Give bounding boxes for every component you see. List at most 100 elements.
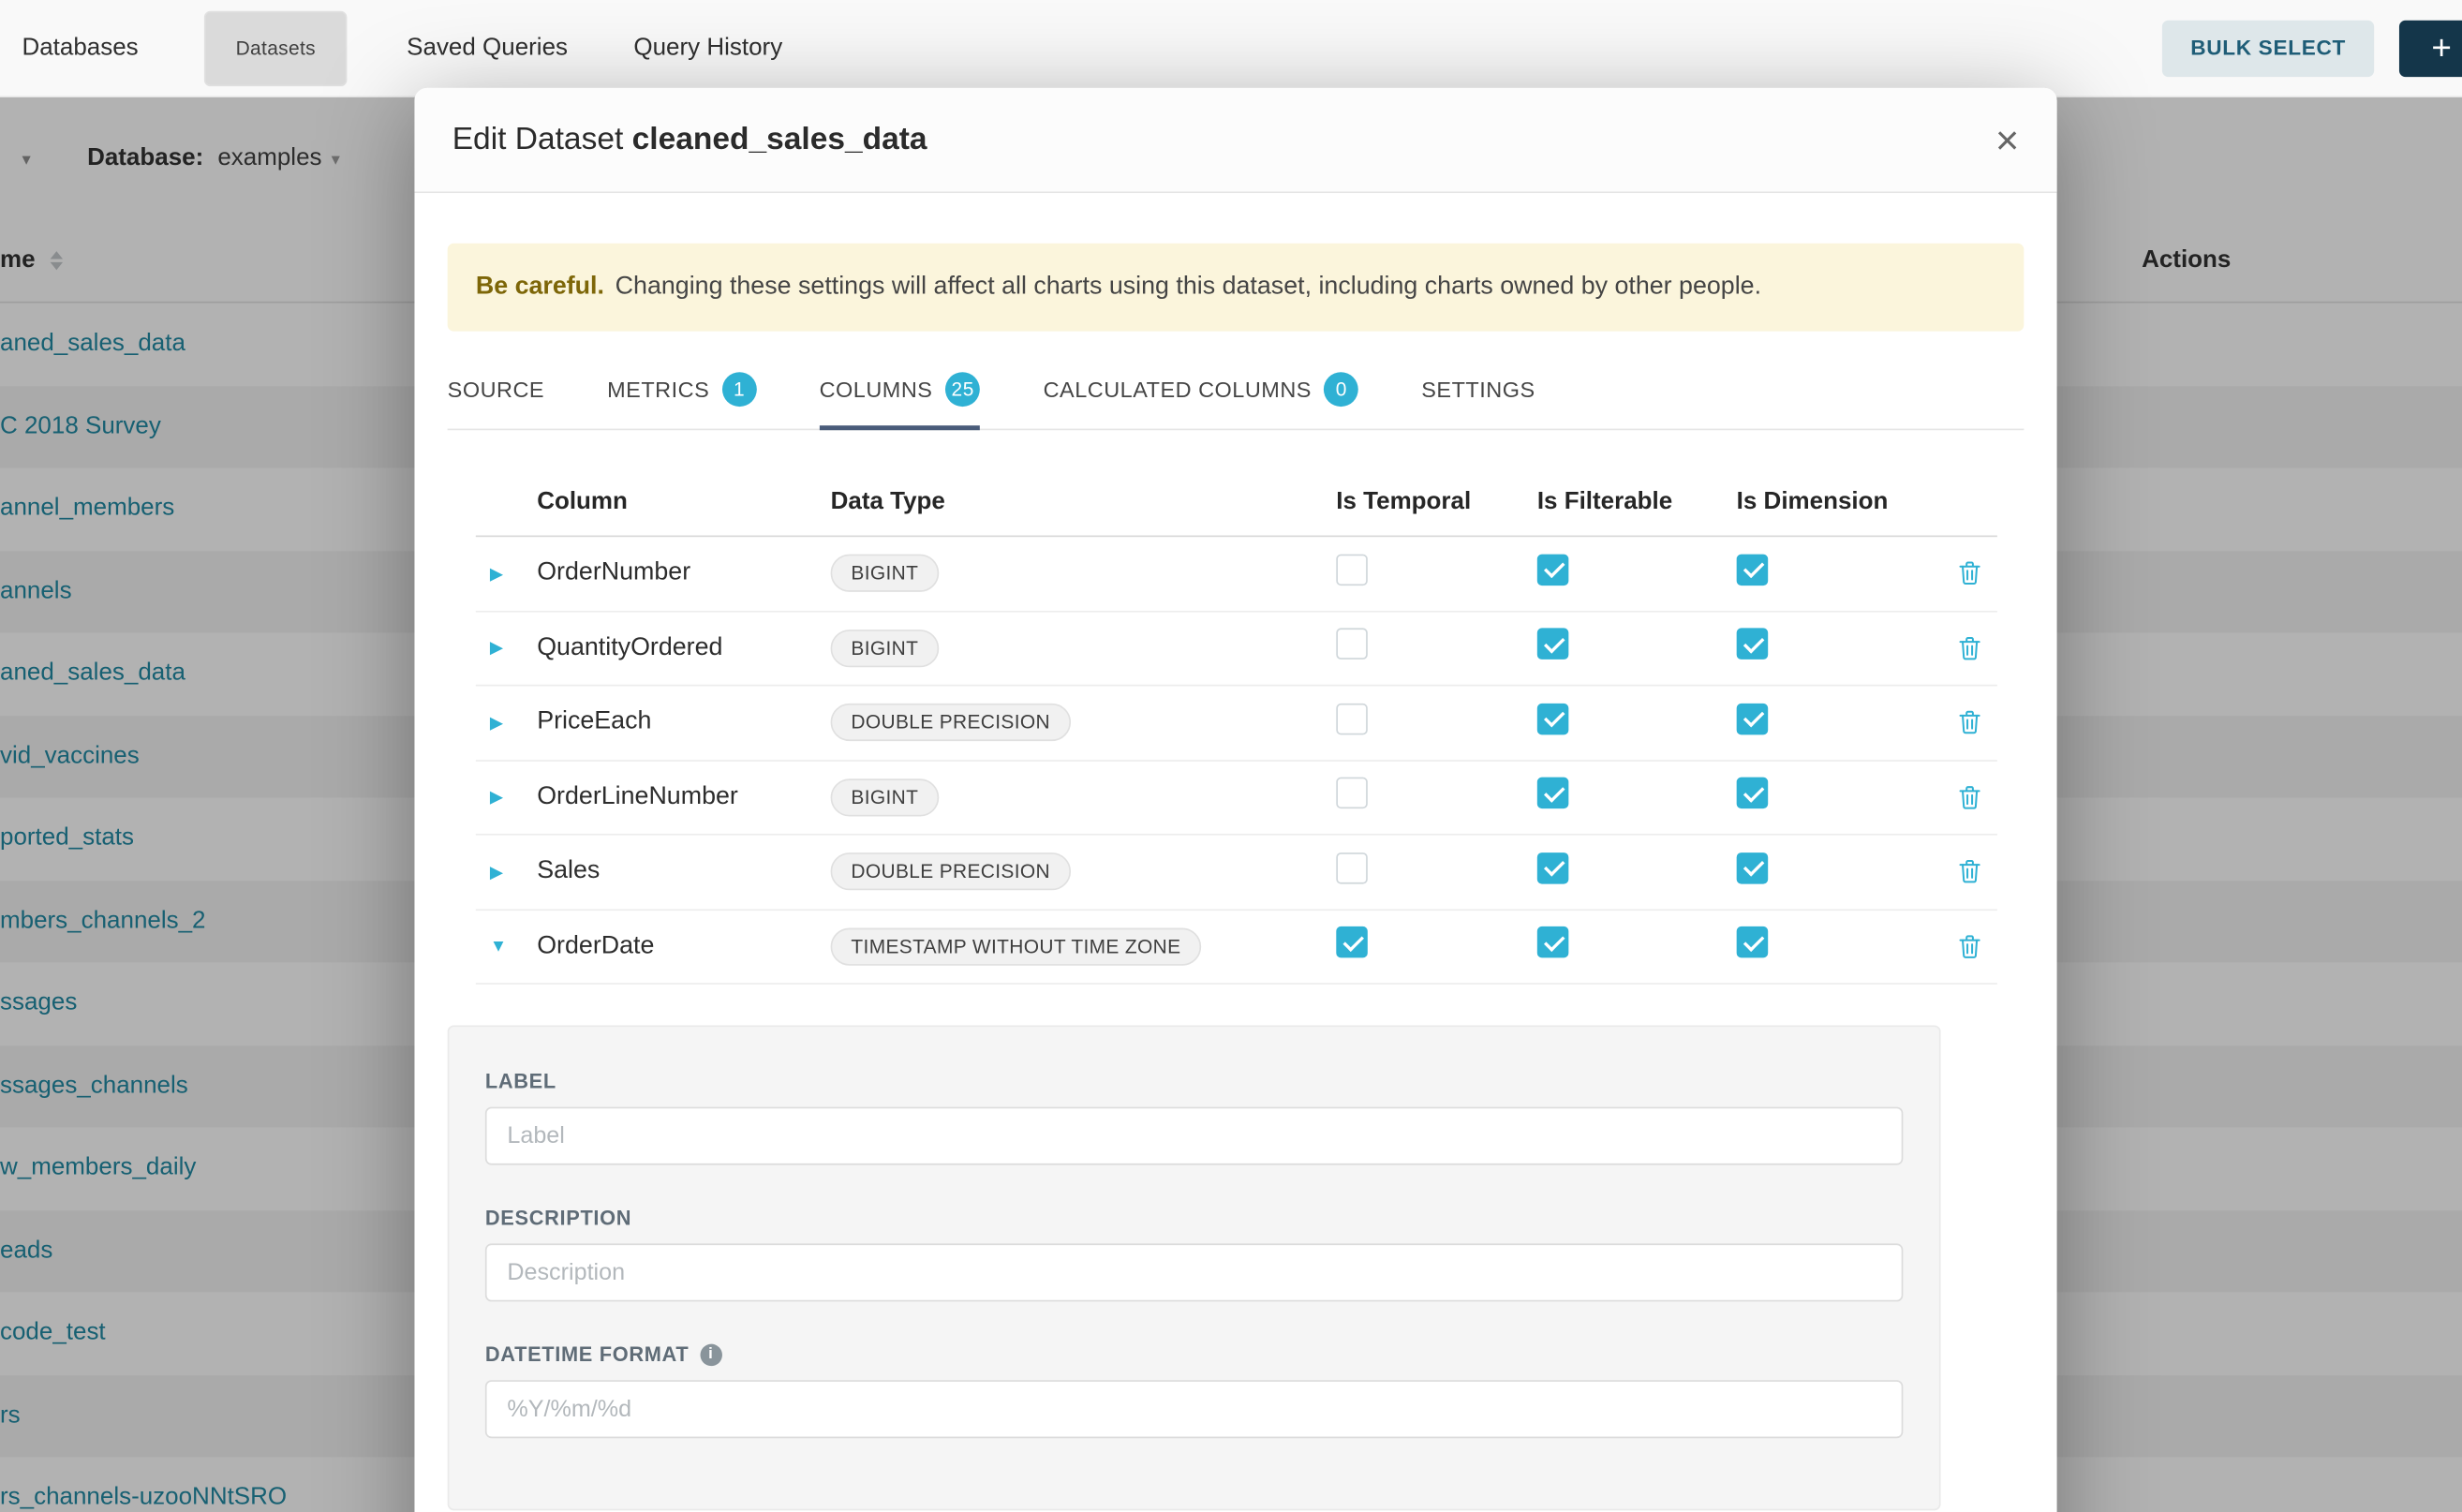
warning-bold-text: Be careful. xyxy=(476,274,604,302)
edit-dataset-modal: Edit Dataset cleaned_sales_data × Be car… xyxy=(414,88,2056,1512)
expand-caret-icon[interactable]: ▶ xyxy=(476,712,537,733)
is-temporal-checkbox[interactable] xyxy=(1336,703,1368,734)
description-input[interactable] xyxy=(485,1243,1903,1301)
is-temporal-checkbox[interactable] xyxy=(1336,778,1368,809)
nav-right: BULK SELECT + xyxy=(2162,20,2462,76)
tab-label: COLUMNS xyxy=(820,377,933,402)
column-row: ▶ Sales DOUBLE PRECISION xyxy=(476,836,1997,911)
top-nav: Databases Datasets Saved Queries Query H… xyxy=(0,0,2462,97)
column-name: OrderNumber xyxy=(537,559,830,587)
tab-metrics[interactable]: METRICS 1 xyxy=(607,372,756,428)
nav-tab-query-history[interactable]: Query History xyxy=(633,34,782,62)
metrics-count-badge: 1 xyxy=(722,372,757,407)
modal-title-prefix: Edit Dataset xyxy=(452,122,624,156)
tab-label: CALCULATED COLUMNS xyxy=(1044,377,1312,402)
modal-body: Be careful. Changing these settings will… xyxy=(414,244,2056,1511)
is-filterable-header: Is Filterable xyxy=(1537,487,1737,515)
is-dimension-checkbox[interactable] xyxy=(1737,926,1769,958)
tab-settings[interactable]: SETTINGS xyxy=(1421,372,1535,428)
columns-count-badge: 25 xyxy=(945,372,981,407)
column-row: ▶ QuantityOrdered BIGINT xyxy=(476,612,1997,687)
label-field-label: LABEL xyxy=(485,1069,1903,1092)
warning-text: Changing these settings will affect all … xyxy=(616,274,1761,302)
delete-icon[interactable] xyxy=(1957,635,1980,660)
add-dataset-button[interactable]: + xyxy=(2399,20,2462,76)
tab-label: SETTINGS xyxy=(1421,377,1535,402)
modal-header: Edit Dataset cleaned_sales_data × xyxy=(414,88,2056,193)
data-type-pill: BIGINT xyxy=(831,630,939,667)
is-dimension-checkbox[interactable] xyxy=(1737,852,1769,884)
datetime-format-label-text: DATETIME FORMAT xyxy=(485,1342,689,1366)
modal-title-dataset-name: cleaned_sales_data xyxy=(632,122,927,156)
expand-caret-icon[interactable]: ▶ xyxy=(476,563,537,584)
bulk-select-button[interactable]: BULK SELECT xyxy=(2162,20,2374,76)
screen: Databases Datasets Saved Queries Query H… xyxy=(0,0,2462,1512)
is-dimension-checkbox[interactable] xyxy=(1737,778,1769,809)
data-type-pill: BIGINT xyxy=(831,555,939,592)
column-header: Column xyxy=(537,487,830,515)
is-temporal-checkbox[interactable] xyxy=(1336,554,1368,586)
warning-banner: Be careful. Changing these settings will… xyxy=(448,244,2024,332)
column-row: ▼ OrderDate TIMESTAMP WITHOUT TIME ZONE xyxy=(476,910,1997,985)
data-type-header: Data Type xyxy=(831,487,1337,515)
tab-source[interactable]: SOURCE xyxy=(448,372,544,428)
nav-tab-saved-queries[interactable]: Saved Queries xyxy=(407,34,568,62)
tab-columns[interactable]: COLUMNS 25 xyxy=(820,372,981,428)
is-filterable-checkbox[interactable] xyxy=(1537,926,1569,958)
is-dimension-header: Is Dimension xyxy=(1737,487,1941,515)
delete-icon[interactable] xyxy=(1957,859,1980,884)
description-field-label-text: DESCRIPTION xyxy=(485,1206,631,1229)
tab-label: SOURCE xyxy=(448,377,544,402)
is-temporal-checkbox[interactable] xyxy=(1336,629,1368,660)
label-input[interactable] xyxy=(485,1107,1903,1165)
delete-icon[interactable] xyxy=(1957,785,1980,810)
data-type-pill: DOUBLE PRECISION xyxy=(831,704,1071,741)
column-row: ▶ OrderNumber BIGINT xyxy=(476,537,1997,612)
description-field-label: DESCRIPTION xyxy=(485,1206,1903,1229)
column-row: ▶ OrderLineNumber BIGINT xyxy=(476,761,1997,836)
column-detail-panel: LABEL DESCRIPTION DATETIME FORMAT i xyxy=(448,1025,1941,1510)
column-name: QuantityOrdered xyxy=(537,634,830,662)
expand-caret-icon[interactable]: ▶ xyxy=(476,638,537,659)
tab-calculated-columns[interactable]: CALCULATED COLUMNS 0 xyxy=(1044,372,1359,428)
is-filterable-checkbox[interactable] xyxy=(1537,778,1569,809)
is-filterable-checkbox[interactable] xyxy=(1537,629,1569,660)
expand-caret-icon[interactable]: ▶ xyxy=(476,787,537,808)
column-name: Sales xyxy=(537,858,830,886)
modal-title: Edit Dataset cleaned_sales_data xyxy=(452,122,927,158)
column-name: PriceEach xyxy=(537,708,830,736)
collapse-caret-icon[interactable]: ▼ xyxy=(476,937,537,956)
data-type-pill: DOUBLE PRECISION xyxy=(831,852,1071,890)
data-type-pill: TIMESTAMP WITHOUT TIME ZONE xyxy=(831,927,1202,965)
is-temporal-header: Is Temporal xyxy=(1336,487,1537,515)
info-icon[interactable]: i xyxy=(700,1343,721,1365)
is-temporal-checkbox[interactable] xyxy=(1336,926,1368,958)
column-name: OrderLineNumber xyxy=(537,783,830,811)
is-filterable-checkbox[interactable] xyxy=(1537,852,1569,884)
plus-icon: + xyxy=(2431,27,2452,68)
data-type-pill: BIGINT xyxy=(831,778,939,816)
expand-caret-icon[interactable]: ▶ xyxy=(476,862,537,882)
close-icon[interactable]: × xyxy=(1995,119,2019,160)
calculated-columns-count-badge: 0 xyxy=(1324,372,1358,407)
label-field-label-text: LABEL xyxy=(485,1069,556,1092)
columns-table: Column Data Type Is Temporal Is Filterab… xyxy=(476,467,1997,984)
datetime-format-input[interactable] xyxy=(485,1380,1903,1438)
column-row: ▶ PriceEach DOUBLE PRECISION xyxy=(476,686,1997,761)
delete-icon[interactable] xyxy=(1957,710,1980,735)
column-name: OrderDate xyxy=(537,932,830,960)
is-dimension-checkbox[interactable] xyxy=(1737,703,1769,734)
tab-label: METRICS xyxy=(607,377,709,402)
is-filterable-checkbox[interactable] xyxy=(1537,554,1569,586)
nav-tab-databases[interactable]: Databases xyxy=(22,34,138,62)
columns-table-header: Column Data Type Is Temporal Is Filterab… xyxy=(476,467,1997,537)
is-dimension-checkbox[interactable] xyxy=(1737,629,1769,660)
is-dimension-checkbox[interactable] xyxy=(1737,554,1769,586)
nav-tab-datasets[interactable]: Datasets xyxy=(204,10,347,85)
delete-icon[interactable] xyxy=(1957,561,1980,586)
datetime-format-field-label: DATETIME FORMAT i xyxy=(485,1342,1903,1366)
delete-icon[interactable] xyxy=(1957,934,1980,959)
modal-tabs: SOURCE METRICS 1 COLUMNS 25 CALCULATED COL… xyxy=(448,372,2024,430)
is-temporal-checkbox[interactable] xyxy=(1336,852,1368,884)
is-filterable-checkbox[interactable] xyxy=(1537,703,1569,734)
